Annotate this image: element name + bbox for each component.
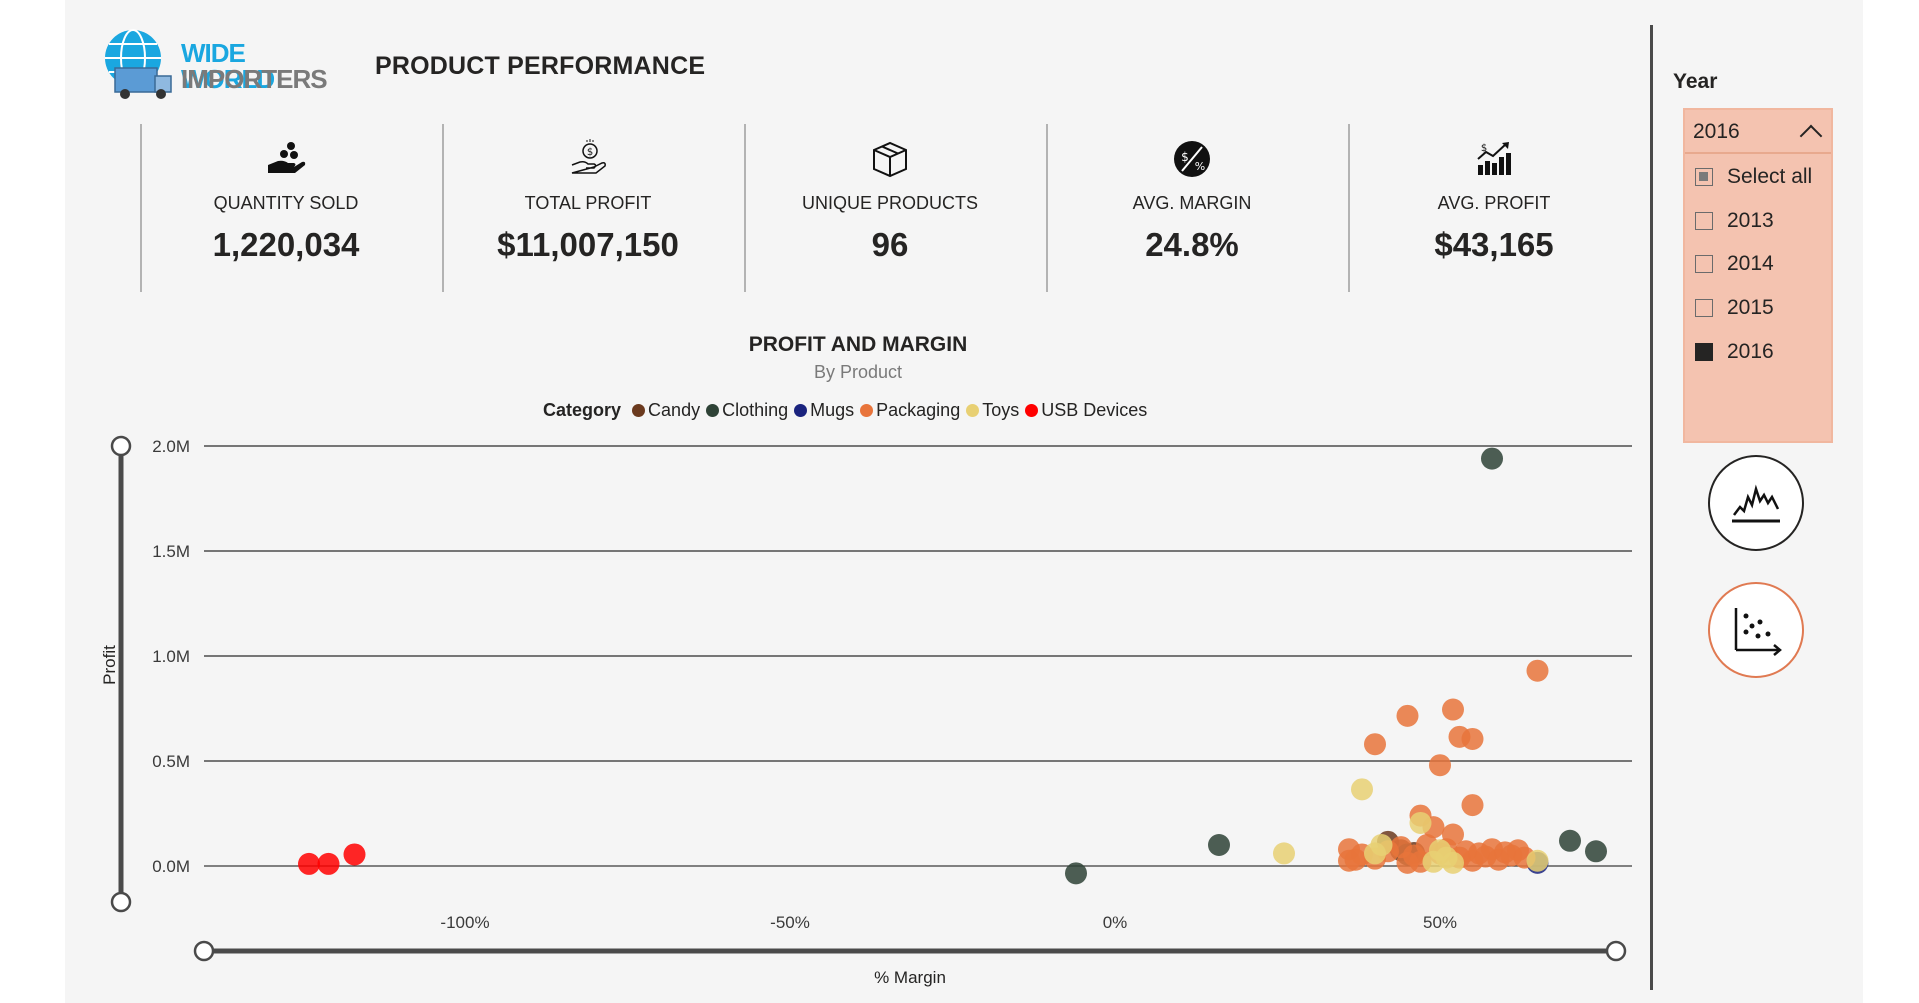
line-chart-icon (1732, 484, 1780, 523)
data-point[interactable] (1442, 851, 1464, 874)
data-point[interactable] (1065, 862, 1087, 885)
checkbox[interactable] (1695, 343, 1713, 361)
data-point[interactable] (1396, 704, 1419, 727)
x-zoom-slider-handle-right[interactable] (1605, 940, 1627, 962)
data-point[interactable] (1364, 842, 1386, 865)
data-point[interactable] (1338, 849, 1360, 872)
data-point[interactable] (343, 843, 366, 866)
slicer-option-2013[interactable]: 2013 (1695, 206, 1774, 236)
panel-divider (1650, 25, 1653, 990)
data-point[interactable] (1409, 811, 1432, 834)
data-point[interactable] (1461, 794, 1484, 817)
data-point[interactable] (1273, 842, 1295, 865)
x-tick-label: 50% (1423, 913, 1457, 932)
slicer-option-label: Select all (1727, 165, 1813, 188)
y-zoom-slider-handle-top[interactable] (110, 435, 132, 457)
slicer-option-2014[interactable]: 2014 (1695, 249, 1774, 279)
checkbox[interactable] (1695, 255, 1713, 273)
x-tick-label: -50% (770, 913, 810, 932)
y-tick-label: 1.5M (152, 542, 190, 561)
data-point[interactable] (1526, 659, 1549, 682)
data-point[interactable] (1351, 778, 1373, 801)
y-tick-label: 1.0M (152, 647, 190, 666)
year-slicer-selected-value: 2016 (1693, 120, 1740, 143)
data-point[interactable] (1422, 850, 1445, 873)
data-point[interactable] (1481, 447, 1503, 470)
gridlines (204, 445, 1632, 867)
x-axis-label: % Margin (874, 968, 946, 987)
slicer-option-2015[interactable]: 2015 (1695, 293, 1774, 323)
data-point[interactable] (1208, 834, 1230, 856)
slicer-option-select-all[interactable]: Select all (1695, 162, 1812, 192)
slicer-option-label: 2014 (1727, 252, 1774, 275)
year-slicer: 2016 Select all 2013 2014 2015 2016 (1683, 108, 1833, 443)
y-tick-label: 0.0M (152, 857, 190, 876)
data-point[interactable] (1526, 849, 1549, 872)
x-zoom-slider-handle-left[interactable] (193, 940, 215, 962)
chevron-up-icon[interactable] (1799, 124, 1823, 148)
scatter-plot: 0.0M 0.5M 1.0M 1.5M 2.0M -100% -50% 0% 50% (110, 435, 1632, 962)
slicer-option-label: 2015 (1727, 296, 1774, 319)
year-slicer-title: Year (1673, 70, 1718, 93)
data-point[interactable] (1585, 840, 1607, 863)
scatter-chart-icon (1734, 608, 1782, 656)
scatter-chart-view-button[interactable] (1708, 582, 1804, 678)
checkbox[interactable] (1695, 212, 1713, 230)
data-point[interactable] (1442, 698, 1464, 721)
data-point[interactable] (1461, 727, 1484, 750)
y-axis-label: Profit (100, 645, 119, 685)
slicer-option-2016[interactable]: 2016 (1695, 337, 1774, 367)
slicer-option-label: 2013 (1727, 209, 1774, 232)
x-tick-label: -100% (440, 913, 489, 932)
data-point[interactable] (1396, 851, 1419, 874)
slicer-option-label: 2016 (1727, 340, 1774, 363)
year-slicer-dropdown[interactable]: 2016 (1685, 110, 1831, 154)
data-points (298, 447, 1607, 885)
data-point[interactable] (317, 852, 340, 875)
data-point[interactable] (1429, 754, 1451, 777)
y-tick-label: 2.0M (152, 437, 190, 456)
data-point[interactable] (1559, 829, 1581, 852)
line-chart-view-button[interactable] (1708, 455, 1804, 551)
x-tick-label: 0% (1103, 913, 1128, 932)
y-tick-label: 0.5M (152, 752, 190, 771)
data-point[interactable] (1364, 733, 1386, 756)
checkbox[interactable] (1695, 299, 1713, 317)
y-zoom-slider-handle-bottom[interactable] (110, 891, 132, 913)
data-point[interactable] (298, 852, 320, 875)
checkbox[interactable] (1695, 168, 1713, 186)
